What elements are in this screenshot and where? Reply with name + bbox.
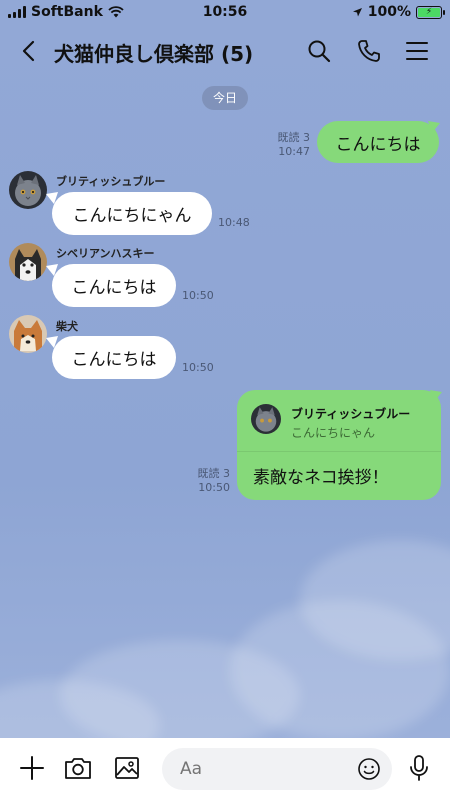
image-button[interactable]: [111, 752, 143, 784]
message-text: こんにちは: [335, 134, 421, 155]
message-time: 10:48: [218, 216, 250, 229]
incoming-message[interactable]: こんにちにゃん: [52, 192, 212, 235]
message-text: こんにちは: [71, 350, 157, 370]
incoming-message[interactable]: こんにちは: [52, 336, 176, 379]
mic-icon: [410, 755, 428, 781]
shiba-avatar[interactable]: [9, 315, 47, 353]
message-time: 10:50: [182, 289, 214, 302]
bubble-tail: [428, 121, 440, 133]
phone-icon: [358, 40, 380, 62]
image-icon: [115, 757, 139, 779]
emoji-icon: [358, 758, 380, 780]
reply-quote[interactable]: ブリティッシュブルー こんにちにゃん: [237, 390, 441, 452]
search-icon: [308, 40, 331, 63]
message-composer: [0, 738, 450, 800]
chat-title: 犬猫仲良し倶楽部 (5): [54, 42, 254, 66]
message-text: こんにちは: [71, 278, 157, 298]
bubble-tail: [46, 192, 58, 204]
bubble-tail: [430, 390, 442, 402]
message-time: 10:47: [278, 145, 310, 158]
status-bar: SoftBank 10:56 100% ⚡: [0, 0, 450, 26]
reply-sender-name: ブリティッシュブルー: [291, 407, 411, 421]
chat-header: 犬猫仲良し倶楽部 (5): [0, 28, 450, 74]
sender-name: 柴犬: [56, 320, 78, 333]
sender-name: ブリティッシュブルー: [56, 175, 166, 188]
location-icon: [352, 7, 362, 16]
date-divider: 今日: [202, 86, 248, 110]
battery-fill: ⚡: [418, 7, 440, 17]
bubble-tail: [46, 336, 58, 348]
gray-cat-avatar[interactable]: [9, 171, 47, 209]
bubble-tail: [46, 264, 58, 276]
add-button[interactable]: [16, 752, 48, 784]
message-time: 10:50: [198, 481, 230, 494]
chat-screen: SoftBank 10:56 100% ⚡ 犬猫仲良し倶楽部 (5) 今日 既読…: [0, 0, 450, 800]
message-time: 10:50: [182, 361, 214, 374]
camera-button[interactable]: [62, 752, 94, 784]
menu-button[interactable]: [402, 36, 432, 66]
sender-name: シベリアンハスキー: [56, 247, 155, 260]
message-text: 素敵なネコ挨拶！: [253, 468, 389, 488]
menu-icon: [406, 42, 428, 60]
read-receipt: 既読 3 10:50: [172, 467, 231, 495]
read-receipt: 既読 3 10:47: [252, 131, 311, 159]
status-right: 100% ⚡: [352, 4, 445, 20]
search-button[interactable]: [304, 36, 334, 66]
outgoing-message[interactable]: こんにちは: [317, 121, 439, 163]
read-count: 既読 3: [197, 467, 231, 480]
back-icon: [22, 40, 35, 62]
message-text: こんにちにゃん: [72, 206, 192, 226]
reply-quoted-text: こんにちにゃん: [291, 426, 376, 440]
outgoing-reply-message[interactable]: ブリティッシュブルー こんにちにゃん 素敵なネコ挨拶！: [237, 390, 441, 500]
battery-icon: ⚡: [416, 5, 445, 19]
battery-percent: 100%: [367, 4, 411, 20]
back-button[interactable]: [14, 36, 42, 66]
read-count: 既読 3: [277, 131, 311, 144]
incoming-message[interactable]: こんにちは: [52, 264, 176, 307]
emoji-button[interactable]: [357, 757, 381, 781]
husky-avatar[interactable]: [9, 243, 47, 281]
gray-cat-avatar: [251, 404, 281, 434]
call-button[interactable]: [354, 36, 384, 66]
plus-icon: [20, 756, 44, 780]
camera-icon: [65, 758, 91, 779]
voice-button[interactable]: [403, 752, 435, 784]
